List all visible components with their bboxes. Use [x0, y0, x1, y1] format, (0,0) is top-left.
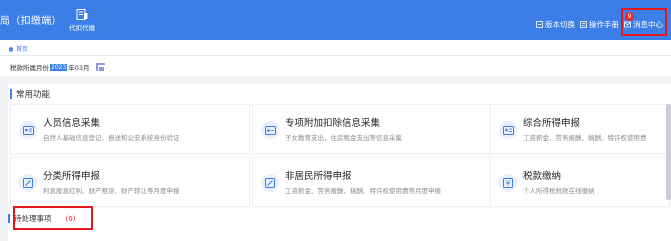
breadcrumb-home-label: 首页 [16, 46, 29, 53]
switch-icon [536, 21, 543, 28]
breadcrumb-home-link[interactable]: 首页 [8, 44, 28, 53]
withholding-tool-label: 代扣代缴 [69, 24, 95, 32]
section-accent-bar [10, 89, 12, 99]
card-desc: 工资薪金、劳务报酬、稿酬、特许权使用费 [523, 134, 647, 142]
card-desc: 子女教育支出，住房租金支出等信息采集 [285, 134, 402, 142]
manual-icon [580, 21, 587, 28]
card-title: 税款缴纳 [523, 171, 562, 182]
card-desc: 利息股息红利、财产租赁、财产转让等月度申报 [43, 187, 180, 195]
card-title: 人员信息采集 [43, 118, 101, 129]
card-title: 专项附加扣除信息采集 [285, 118, 381, 129]
tax-period-selector: 税款所属月份 2023 年03月 [10, 62, 105, 72]
payment-icon: ¥ [499, 174, 517, 192]
svg-text:¥: ¥ [506, 180, 511, 188]
card-title: 分类所得申报 [43, 171, 101, 182]
card-nonresident-income[interactable]: 非居民所得申报 工资薪金、劳务报酬、稿酬、特许权使用费等月度申报 [252, 157, 492, 207]
version-switch-link[interactable]: 版本切换 [536, 19, 575, 30]
withholding-tool-button[interactable]: 代扣代缴 [64, 9, 100, 32]
top-header: 局（扣缴端） 代扣代缴 版本切换 操作手册 消息中心 9 [0, 0, 671, 40]
common-functions-label: 常用功能 [16, 90, 51, 100]
tax-period-label: 税款所属月份 [10, 64, 49, 72]
calendar-icon[interactable] [95, 63, 105, 72]
edit-doc-icon [261, 174, 279, 192]
app-title: 局（扣缴端） [0, 16, 62, 27]
card-comprehensive-income[interactable]: 综合所得申报 工资薪金、劳务报酬、稿酬、特许权使用费 [490, 104, 670, 154]
tax-period-year[interactable]: 2023 [50, 63, 68, 71]
card-classified-income[interactable]: 分类所得申报 利息股息红利、财产租赁、财产转让等月度申报 [10, 157, 250, 207]
card-desc: 个人所得税税款在线缴纳 [523, 187, 595, 195]
card-title: 非居民所得申报 [285, 171, 352, 182]
common-functions-title: 常用功能 [10, 88, 50, 100]
pending-items-highlight [13, 206, 93, 230]
home-icon [8, 46, 14, 51]
period-bar: 税款所属月份 2023 年03月 [0, 56, 671, 76]
manual-link[interactable]: 操作手册 [580, 19, 619, 30]
card-desc: 自然人基础信息登记、报送和公安系统身份验证 [43, 134, 180, 142]
breadcrumb: 首页 [0, 40, 671, 56]
id-card-icon [19, 121, 37, 139]
manual-label: 操作手册 [589, 20, 619, 29]
tax-period-month[interactable]: 年03月 [68, 62, 89, 72]
comprehensive-tax-icon [499, 121, 517, 139]
edit-doc-icon [19, 174, 37, 192]
card-desc: 工资薪金、劳务报酬、稿酬、特许权使用费等月度申报 [285, 187, 441, 195]
card-special-deduction[interactable]: 专项附加扣除信息采集 子女教育支出，住房租金支出等信息采集 [252, 104, 492, 154]
report-icon [76, 9, 88, 20]
deduction-card-icon [261, 121, 279, 139]
scrollbar[interactable] [666, 104, 671, 200]
message-center-highlight [621, 8, 667, 36]
card-personnel-info[interactable]: 人员信息采集 自然人基础信息登记、报送和公安系统身份验证 [10, 104, 250, 154]
card-title: 综合所得申报 [523, 118, 581, 129]
version-switch-label: 版本切换 [545, 20, 575, 29]
card-tax-payment[interactable]: ¥ 税款缴纳 个人所得税税款在线缴纳 [490, 157, 670, 207]
section-accent-bar [8, 214, 10, 223]
